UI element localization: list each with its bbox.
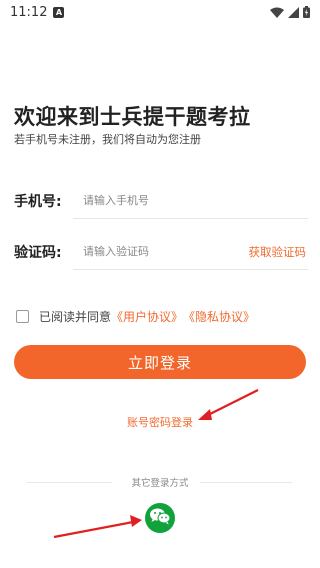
user-agreement-link[interactable]: 《用户协议》 [111,308,183,325]
privacy-agreement-link[interactable]: 《隐私协议》 [183,308,255,325]
status-bar: 11:12 A [0,0,320,24]
wifi-icon [270,7,284,18]
battery-icon [303,6,310,18]
status-time: 11:12 [10,4,48,20]
phone-divider [73,218,308,219]
wechat-icon [149,507,171,529]
page-title: 欢迎来到士兵提干题考拉 [14,105,251,129]
other-login-divider: 其它登录方式 [0,474,320,490]
wechat-login-button[interactable] [145,503,175,533]
signal-icon [288,6,299,18]
phone-label: 手机号: [14,194,62,210]
code-row: 验证码: 获取验证码 [0,233,320,270]
code-divider [73,269,308,270]
password-login-label[interactable]: 账号密码登录 [127,416,193,429]
agreement-prefix: 已阅读并同意 [39,310,112,324]
phone-input[interactable] [73,182,308,218]
divider-right [200,482,292,483]
agreement-row: 已阅读并同意 《用户协议》 《隐私协议》 [16,308,255,325]
code-label: 验证码: [14,245,62,261]
login-button[interactable]: 立即登录 [14,345,306,379]
page-subtitle: 若手机号未注册，我们将自动为您注册 [14,133,201,146]
password-login-link: 账号密码登录 [0,414,320,430]
login-screen: 11:12 A 欢迎来到士兵提干题考拉 若手机号未注册，我们将自动为您注册 手机… [0,0,320,568]
phone-row: 手机号: [0,182,320,219]
get-code-button[interactable]: 获取验证码 [249,244,307,260]
agreement-checkbox[interactable] [16,310,29,323]
status-left: 11:12 A [10,4,65,20]
arrow-to-wechat [53,515,142,539]
status-right [270,6,310,18]
notification-icon: A [53,6,65,18]
